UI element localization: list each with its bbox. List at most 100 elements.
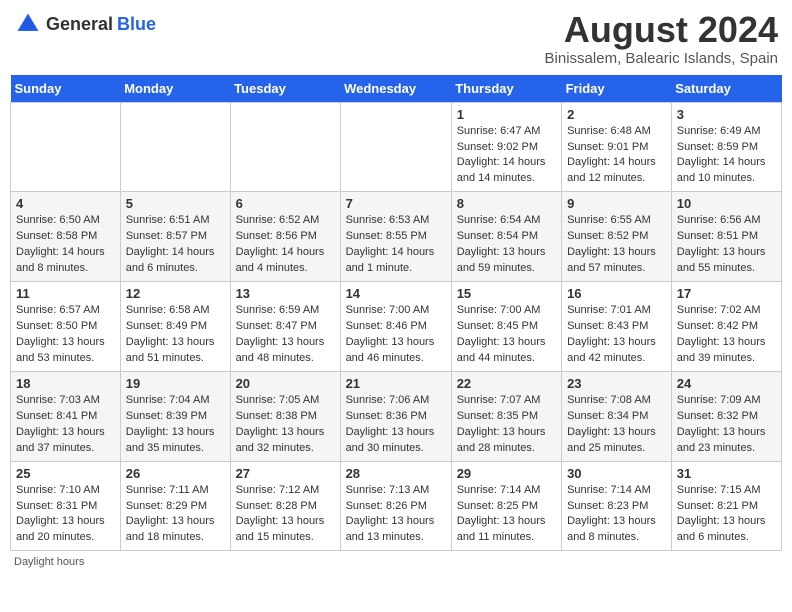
day-info: Sunrise: 7:14 AM Sunset: 8:25 PM Dayligh… [457, 483, 556, 547]
day-number: 10 [677, 196, 776, 211]
day-cell: 26Sunrise: 7:11 AM Sunset: 8:29 PM Dayli… [120, 461, 230, 551]
day-cell: 18Sunrise: 7:03 AM Sunset: 8:41 PM Dayli… [11, 371, 121, 461]
day-info: Sunrise: 6:50 AM Sunset: 8:58 PM Dayligh… [16, 213, 115, 277]
day-number: 8 [457, 196, 556, 211]
day-number: 28 [346, 466, 446, 481]
day-number: 1 [457, 107, 556, 122]
week-row-2: 11 Sunrise: 6:57 AM Sunset: 8:50 PM Dayli… [11, 282, 782, 372]
logo: GeneralBlue [14, 10, 156, 38]
col-saturday: Saturday [671, 75, 781, 103]
day-cell: 7 Sunrise: 6:53 AM Sunset: 8:55 PM Daylig… [340, 192, 451, 282]
day-info: Sunrise: 7:14 AM Sunset: 8:23 PM Dayligh… [567, 483, 666, 547]
day-cell: 16 Sunrise: 7:01 AM Sunset: 8:43 PM Dayli… [562, 282, 672, 372]
day-info: Sunrise: 7:04 AM Sunset: 8:39 PM Dayligh… [126, 393, 225, 457]
logo-blue: Blue [117, 14, 156, 35]
col-friday: Friday [562, 75, 672, 103]
day-info: Sunrise: 7:03 AM Sunset: 8:41 PM Dayligh… [16, 393, 115, 457]
day-cell: 27 Sunrise: 7:12 AM Sunset: 8:28 PM Dayli… [230, 461, 340, 551]
day-info: Sunrise: 6:48 AM Sunset: 9:01 PM Dayligh… [567, 124, 666, 188]
day-info: Sunrise: 6:52 AM Sunset: 8:56 PM Dayligh… [236, 213, 335, 277]
day-number: 29 [457, 466, 556, 481]
day-cell: 15 Sunrise: 7:00 AM Sunset: 8:45 PM Dayli… [451, 282, 561, 372]
day-number: 19 [126, 376, 225, 391]
day-info: Sunrise: 7:02 AM Sunset: 8:42 PM Dayligh… [677, 303, 776, 367]
day-number: 11 [16, 286, 115, 301]
col-sunday: Sunday [11, 75, 121, 103]
day-cell [120, 102, 230, 192]
day-cell: 20 Sunrise: 7:05 AM Sunset: 8:38 PM Dayli… [230, 371, 340, 461]
day-number: 31 [677, 466, 776, 481]
day-cell: 4Sunrise: 6:50 AM Sunset: 8:58 PM Daylig… [11, 192, 121, 282]
logo-icon [14, 10, 42, 38]
day-cell: 11 Sunrise: 6:57 AM Sunset: 8:50 PM Dayli… [11, 282, 121, 372]
day-info: Sunrise: 6:55 AM Sunset: 8:52 PM Dayligh… [567, 213, 666, 277]
week-row-1: 4Sunrise: 6:50 AM Sunset: 8:58 PM Daylig… [11, 192, 782, 282]
week-row-0: 1 Sunrise: 6:47 AM Sunset: 9:02 PM Daylig… [11, 102, 782, 192]
day-info: Sunrise: 6:53 AM Sunset: 8:55 PM Dayligh… [346, 213, 446, 277]
day-info: Sunrise: 7:01 AM Sunset: 8:43 PM Dayligh… [567, 303, 666, 367]
day-cell: 8 Sunrise: 6:54 AM Sunset: 8:54 PM Daylig… [451, 192, 561, 282]
day-number: 23 [567, 376, 666, 391]
day-cell: 31 Sunrise: 7:15 AM Sunset: 8:21 PM Dayli… [671, 461, 781, 551]
day-number: 24 [677, 376, 776, 391]
day-info: Sunrise: 6:58 AM Sunset: 8:49 PM Dayligh… [126, 303, 225, 367]
day-info: Sunrise: 7:10 AM Sunset: 8:31 PM Dayligh… [16, 483, 115, 547]
logo-general: General [46, 14, 113, 35]
day-cell [11, 102, 121, 192]
day-number: 12 [126, 286, 225, 301]
day-info: Sunrise: 7:05 AM Sunset: 8:38 PM Dayligh… [236, 393, 335, 457]
day-number: 15 [457, 286, 556, 301]
day-cell: 28Sunrise: 7:13 AM Sunset: 8:26 PM Dayli… [340, 461, 451, 551]
day-info: Sunrise: 7:00 AM Sunset: 8:45 PM Dayligh… [457, 303, 556, 367]
title-area: August 2024 Binissalem, Balearic Islands… [545, 10, 778, 67]
day-cell: 14Sunrise: 7:00 AM Sunset: 8:46 PM Dayli… [340, 282, 451, 372]
day-cell [340, 102, 451, 192]
day-info: Sunrise: 7:15 AM Sunset: 8:21 PM Dayligh… [677, 483, 776, 547]
day-cell: 23 Sunrise: 7:08 AM Sunset: 8:34 PM Dayli… [562, 371, 672, 461]
day-info: Sunrise: 6:51 AM Sunset: 8:57 PM Dayligh… [126, 213, 225, 277]
day-cell: 12 Sunrise: 6:58 AM Sunset: 8:49 PM Dayli… [120, 282, 230, 372]
day-cell: 22Sunrise: 7:07 AM Sunset: 8:35 PM Dayli… [451, 371, 561, 461]
day-cell: 30 Sunrise: 7:14 AM Sunset: 8:23 PM Dayli… [562, 461, 672, 551]
day-number: 17 [677, 286, 776, 301]
day-number: 2 [567, 107, 666, 122]
day-cell: 6 Sunrise: 6:52 AM Sunset: 8:56 PM Daylig… [230, 192, 340, 282]
day-number: 22 [457, 376, 556, 391]
day-cell: 9 Sunrise: 6:55 AM Sunset: 8:52 PM Daylig… [562, 192, 672, 282]
day-number: 9 [567, 196, 666, 211]
col-monday: Monday [120, 75, 230, 103]
day-info: Sunrise: 6:57 AM Sunset: 8:50 PM Dayligh… [16, 303, 115, 367]
day-info: Sunrise: 7:06 AM Sunset: 8:36 PM Dayligh… [346, 393, 446, 457]
day-number: 20 [236, 376, 335, 391]
calendar-table: Sunday Monday Tuesday Wednesday Thursday… [10, 75, 782, 552]
day-info: Sunrise: 6:47 AM Sunset: 9:02 PM Dayligh… [457, 124, 556, 188]
day-cell: 2 Sunrise: 6:48 AM Sunset: 9:01 PM Daylig… [562, 102, 672, 192]
day-info: Sunrise: 7:00 AM Sunset: 8:46 PM Dayligh… [346, 303, 446, 367]
col-wednesday: Wednesday [340, 75, 451, 103]
week-row-3: 18Sunrise: 7:03 AM Sunset: 8:41 PM Dayli… [11, 371, 782, 461]
day-cell [230, 102, 340, 192]
day-number: 7 [346, 196, 446, 211]
day-info: Sunrise: 7:09 AM Sunset: 8:32 PM Dayligh… [677, 393, 776, 457]
day-info: Sunrise: 7:08 AM Sunset: 8:34 PM Dayligh… [567, 393, 666, 457]
day-number: 6 [236, 196, 335, 211]
day-info: Sunrise: 7:11 AM Sunset: 8:29 PM Dayligh… [126, 483, 225, 547]
week-row-4: 25Sunrise: 7:10 AM Sunset: 8:31 PM Dayli… [11, 461, 782, 551]
day-number: 27 [236, 466, 335, 481]
day-number: 5 [126, 196, 225, 211]
day-cell: 21 Sunrise: 7:06 AM Sunset: 8:36 PM Dayli… [340, 371, 451, 461]
day-number: 16 [567, 286, 666, 301]
day-cell: 19 Sunrise: 7:04 AM Sunset: 8:39 PM Dayli… [120, 371, 230, 461]
day-info: Sunrise: 6:56 AM Sunset: 8:51 PM Dayligh… [677, 213, 776, 277]
day-cell: 24 Sunrise: 7:09 AM Sunset: 8:32 PM Dayli… [671, 371, 781, 461]
day-info: Sunrise: 7:12 AM Sunset: 8:28 PM Dayligh… [236, 483, 335, 547]
col-tuesday: Tuesday [230, 75, 340, 103]
day-info: Sunrise: 6:49 AM Sunset: 8:59 PM Dayligh… [677, 124, 776, 188]
day-cell: 25Sunrise: 7:10 AM Sunset: 8:31 PM Dayli… [11, 461, 121, 551]
day-number: 21 [346, 376, 446, 391]
day-number: 30 [567, 466, 666, 481]
day-cell: 10 Sunrise: 6:56 AM Sunset: 8:51 PM Dayli… [671, 192, 781, 282]
day-info: Sunrise: 6:54 AM Sunset: 8:54 PM Dayligh… [457, 213, 556, 277]
footnote: Daylight hours [10, 556, 782, 568]
day-cell: 29 Sunrise: 7:14 AM Sunset: 8:25 PM Dayli… [451, 461, 561, 551]
